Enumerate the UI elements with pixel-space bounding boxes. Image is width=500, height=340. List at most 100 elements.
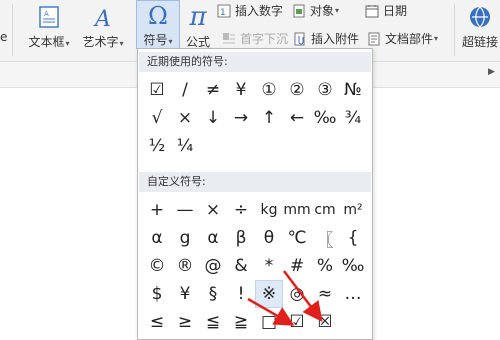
symbol-cell[interactable]: ☒ bbox=[311, 308, 339, 336]
symbol-cell[interactable]: ≈ bbox=[311, 280, 339, 308]
symbol-cell[interactable]: α bbox=[199, 224, 227, 252]
symbol-cell[interactable]: ← bbox=[283, 104, 311, 132]
dropcap-icon bbox=[221, 31, 237, 47]
symbol-cell[interactable]: # bbox=[283, 252, 311, 280]
insert-number-icon: 1 bbox=[216, 3, 232, 19]
symbol-cell[interactable]: — bbox=[171, 196, 199, 224]
insert-attachment-button[interactable]: 插入附件 bbox=[292, 30, 359, 47]
wordart-label: 艺术字 bbox=[82, 35, 119, 49]
symbol-cell[interactable]: cm bbox=[311, 196, 339, 224]
symbol-cell[interactable]: ½ bbox=[143, 132, 171, 160]
symbol-cell[interactable]: ¥ bbox=[171, 280, 199, 308]
symbol-cell[interactable]: ÷ bbox=[227, 196, 255, 224]
insert-number-button[interactable]: 1 插入数字 bbox=[216, 2, 283, 19]
symbol-cell[interactable]: @ bbox=[199, 252, 227, 280]
symbol-cell[interactable]: / bbox=[171, 76, 199, 104]
partial-ribbon-label: e bbox=[0, 30, 8, 44]
pi-icon: π bbox=[189, 2, 207, 32]
wordart-button[interactable]: A 艺术字▾ bbox=[78, 2, 128, 50]
hyperlink-label: 超链接 bbox=[461, 35, 498, 49]
symbol-cell[interactable]: 〖 bbox=[311, 224, 339, 252]
insert-number-label: 插入数字 bbox=[235, 4, 284, 18]
symbol-cell[interactable]: ¥ bbox=[227, 76, 255, 104]
symbol-cell[interactable]: & bbox=[227, 252, 255, 280]
symbol-cell[interactable]: ※ bbox=[255, 280, 283, 308]
symbol-cell[interactable]: α bbox=[143, 224, 171, 252]
symbol-cell[interactable]: g bbox=[171, 224, 199, 252]
chevron-down-icon: ▾ bbox=[168, 37, 173, 46]
custom-symbols-grid: + — × ÷ kg mm cm m² α g α β θ ℃ 〖{© ® @ & * #% ‰ $ ¥ §! ※ ◎ ≈… ≤ ≥ ≦ ≧… bbox=[143, 196, 367, 336]
symbol-cell[interactable]: → bbox=[227, 104, 255, 132]
symbol-cell[interactable]: ① bbox=[255, 76, 283, 104]
symbol-cell[interactable]: □ bbox=[255, 308, 283, 336]
textbox-label: 文本框 bbox=[28, 35, 65, 49]
symbol-cell[interactable]: © bbox=[143, 252, 171, 280]
symbol-cell[interactable]: § bbox=[199, 280, 227, 308]
doc-parts-icon bbox=[366, 31, 382, 47]
symbol-button[interactable]: Ω 符号▾ bbox=[136, 0, 180, 49]
symbol-cell[interactable]: ‰ bbox=[339, 252, 367, 280]
symbol-cell[interactable]: { bbox=[339, 224, 367, 252]
doc-parts-button[interactable]: 文档部件 ▾ bbox=[366, 30, 438, 47]
symbol-cell[interactable]: ≠ bbox=[199, 76, 227, 104]
symbol-cell[interactable]: $ bbox=[143, 280, 171, 308]
symbol-cell[interactable]: ≧ bbox=[227, 308, 255, 336]
symbol-cell[interactable]: ¼ bbox=[171, 132, 199, 160]
symbol-cell[interactable]: % bbox=[311, 252, 339, 280]
wordart-icon: A bbox=[91, 2, 115, 32]
symbol-cell[interactable]: × bbox=[199, 196, 227, 224]
object-button[interactable]: 对象 ▾ bbox=[291, 2, 339, 19]
symbol-cell[interactable]: ③ bbox=[311, 76, 339, 104]
symbol-cell[interactable]: ≥ bbox=[171, 308, 199, 336]
symbol-cell[interactable]: θ bbox=[255, 224, 283, 252]
symbol-cell[interactable]: ☑ bbox=[283, 308, 311, 336]
symbol-cell[interactable]: … bbox=[339, 280, 367, 308]
symbol-cell[interactable]: mm bbox=[283, 196, 311, 224]
symbol-cell[interactable]: ② bbox=[283, 76, 311, 104]
symbol-cell[interactable]: kg bbox=[255, 196, 283, 224]
insert-attachment-label: 插入附件 bbox=[311, 32, 360, 46]
symbol-cell[interactable]: ↓ bbox=[199, 104, 227, 132]
date-button[interactable]: 日期 bbox=[364, 2, 407, 19]
symbol-cell[interactable]: ↑ bbox=[255, 104, 283, 132]
symbol-cell[interactable]: ‰ bbox=[311, 104, 339, 132]
symbol-cell[interactable]: β bbox=[227, 224, 255, 252]
chevron-down-icon: ▾ bbox=[119, 39, 124, 48]
dropcap-button[interactable]: 首字下沉 bbox=[221, 30, 288, 47]
symbol-cell[interactable]: m² bbox=[339, 196, 367, 224]
custom-symbols-header: 自定义符号: bbox=[139, 172, 371, 192]
symbol-cell[interactable]: ≤ bbox=[143, 308, 171, 336]
svg-text:A: A bbox=[93, 7, 111, 29]
symbol-cell[interactable]: * bbox=[255, 252, 283, 280]
chevron-down-icon: ▾ bbox=[65, 39, 70, 48]
formula-button[interactable]: π 公式 bbox=[183, 2, 213, 50]
symbol-cell[interactable]: ≦ bbox=[199, 308, 227, 336]
symbol-label: 符号 bbox=[143, 33, 168, 47]
paperclip-icon bbox=[292, 31, 308, 47]
symbol-cell[interactable]: ! bbox=[227, 280, 255, 308]
symbol-cell[interactable]: ◎ bbox=[283, 280, 311, 308]
hyperlink-button[interactable]: 超链接 bbox=[460, 2, 500, 50]
object-icon bbox=[291, 3, 307, 19]
calendar-icon bbox=[364, 3, 380, 19]
symbol-cell[interactable]: × bbox=[171, 104, 199, 132]
symbol-cell[interactable]: ¾ bbox=[339, 104, 367, 132]
symbol-cell[interactable]: + bbox=[143, 196, 171, 224]
symbol-cell[interactable]: ® bbox=[171, 252, 199, 280]
omega-icon: Ω bbox=[148, 1, 168, 30]
chevron-down-icon: ▾ bbox=[434, 34, 439, 43]
symbol-dropdown: 近期使用的符号: ☑ / ≠ ¥ ① ② ③ № √ × ↓ → ↑ ← ‰ ¾ ½ ¼ 自定义符号: + — × ÷ k… bbox=[137, 48, 373, 340]
symbol-cell[interactable]: √ bbox=[143, 104, 171, 132]
doc-parts-label: 文档部件 bbox=[385, 32, 434, 46]
collapse-ribbon-icon[interactable]: ▶ bbox=[488, 67, 498, 77]
symbol-cell[interactable]: ☑ bbox=[143, 76, 171, 104]
symbol-cell[interactable]: № bbox=[339, 76, 367, 104]
hyperlink-icon bbox=[468, 2, 492, 32]
svg-text:A: A bbox=[44, 10, 49, 18]
dropcap-label: 首字下沉 bbox=[240, 32, 289, 46]
textbox-button[interactable]: A 文本框▾ bbox=[22, 2, 76, 50]
svg-text:1: 1 bbox=[220, 8, 226, 18]
ribbon-separator bbox=[454, 4, 455, 56]
recent-symbols-grid: ☑ / ≠ ¥ ① ② ③ № √ × ↓ → ↑ ← ‰ ¾ ½ ¼ bbox=[143, 76, 367, 160]
symbol-cell[interactable]: ℃ bbox=[283, 224, 311, 252]
